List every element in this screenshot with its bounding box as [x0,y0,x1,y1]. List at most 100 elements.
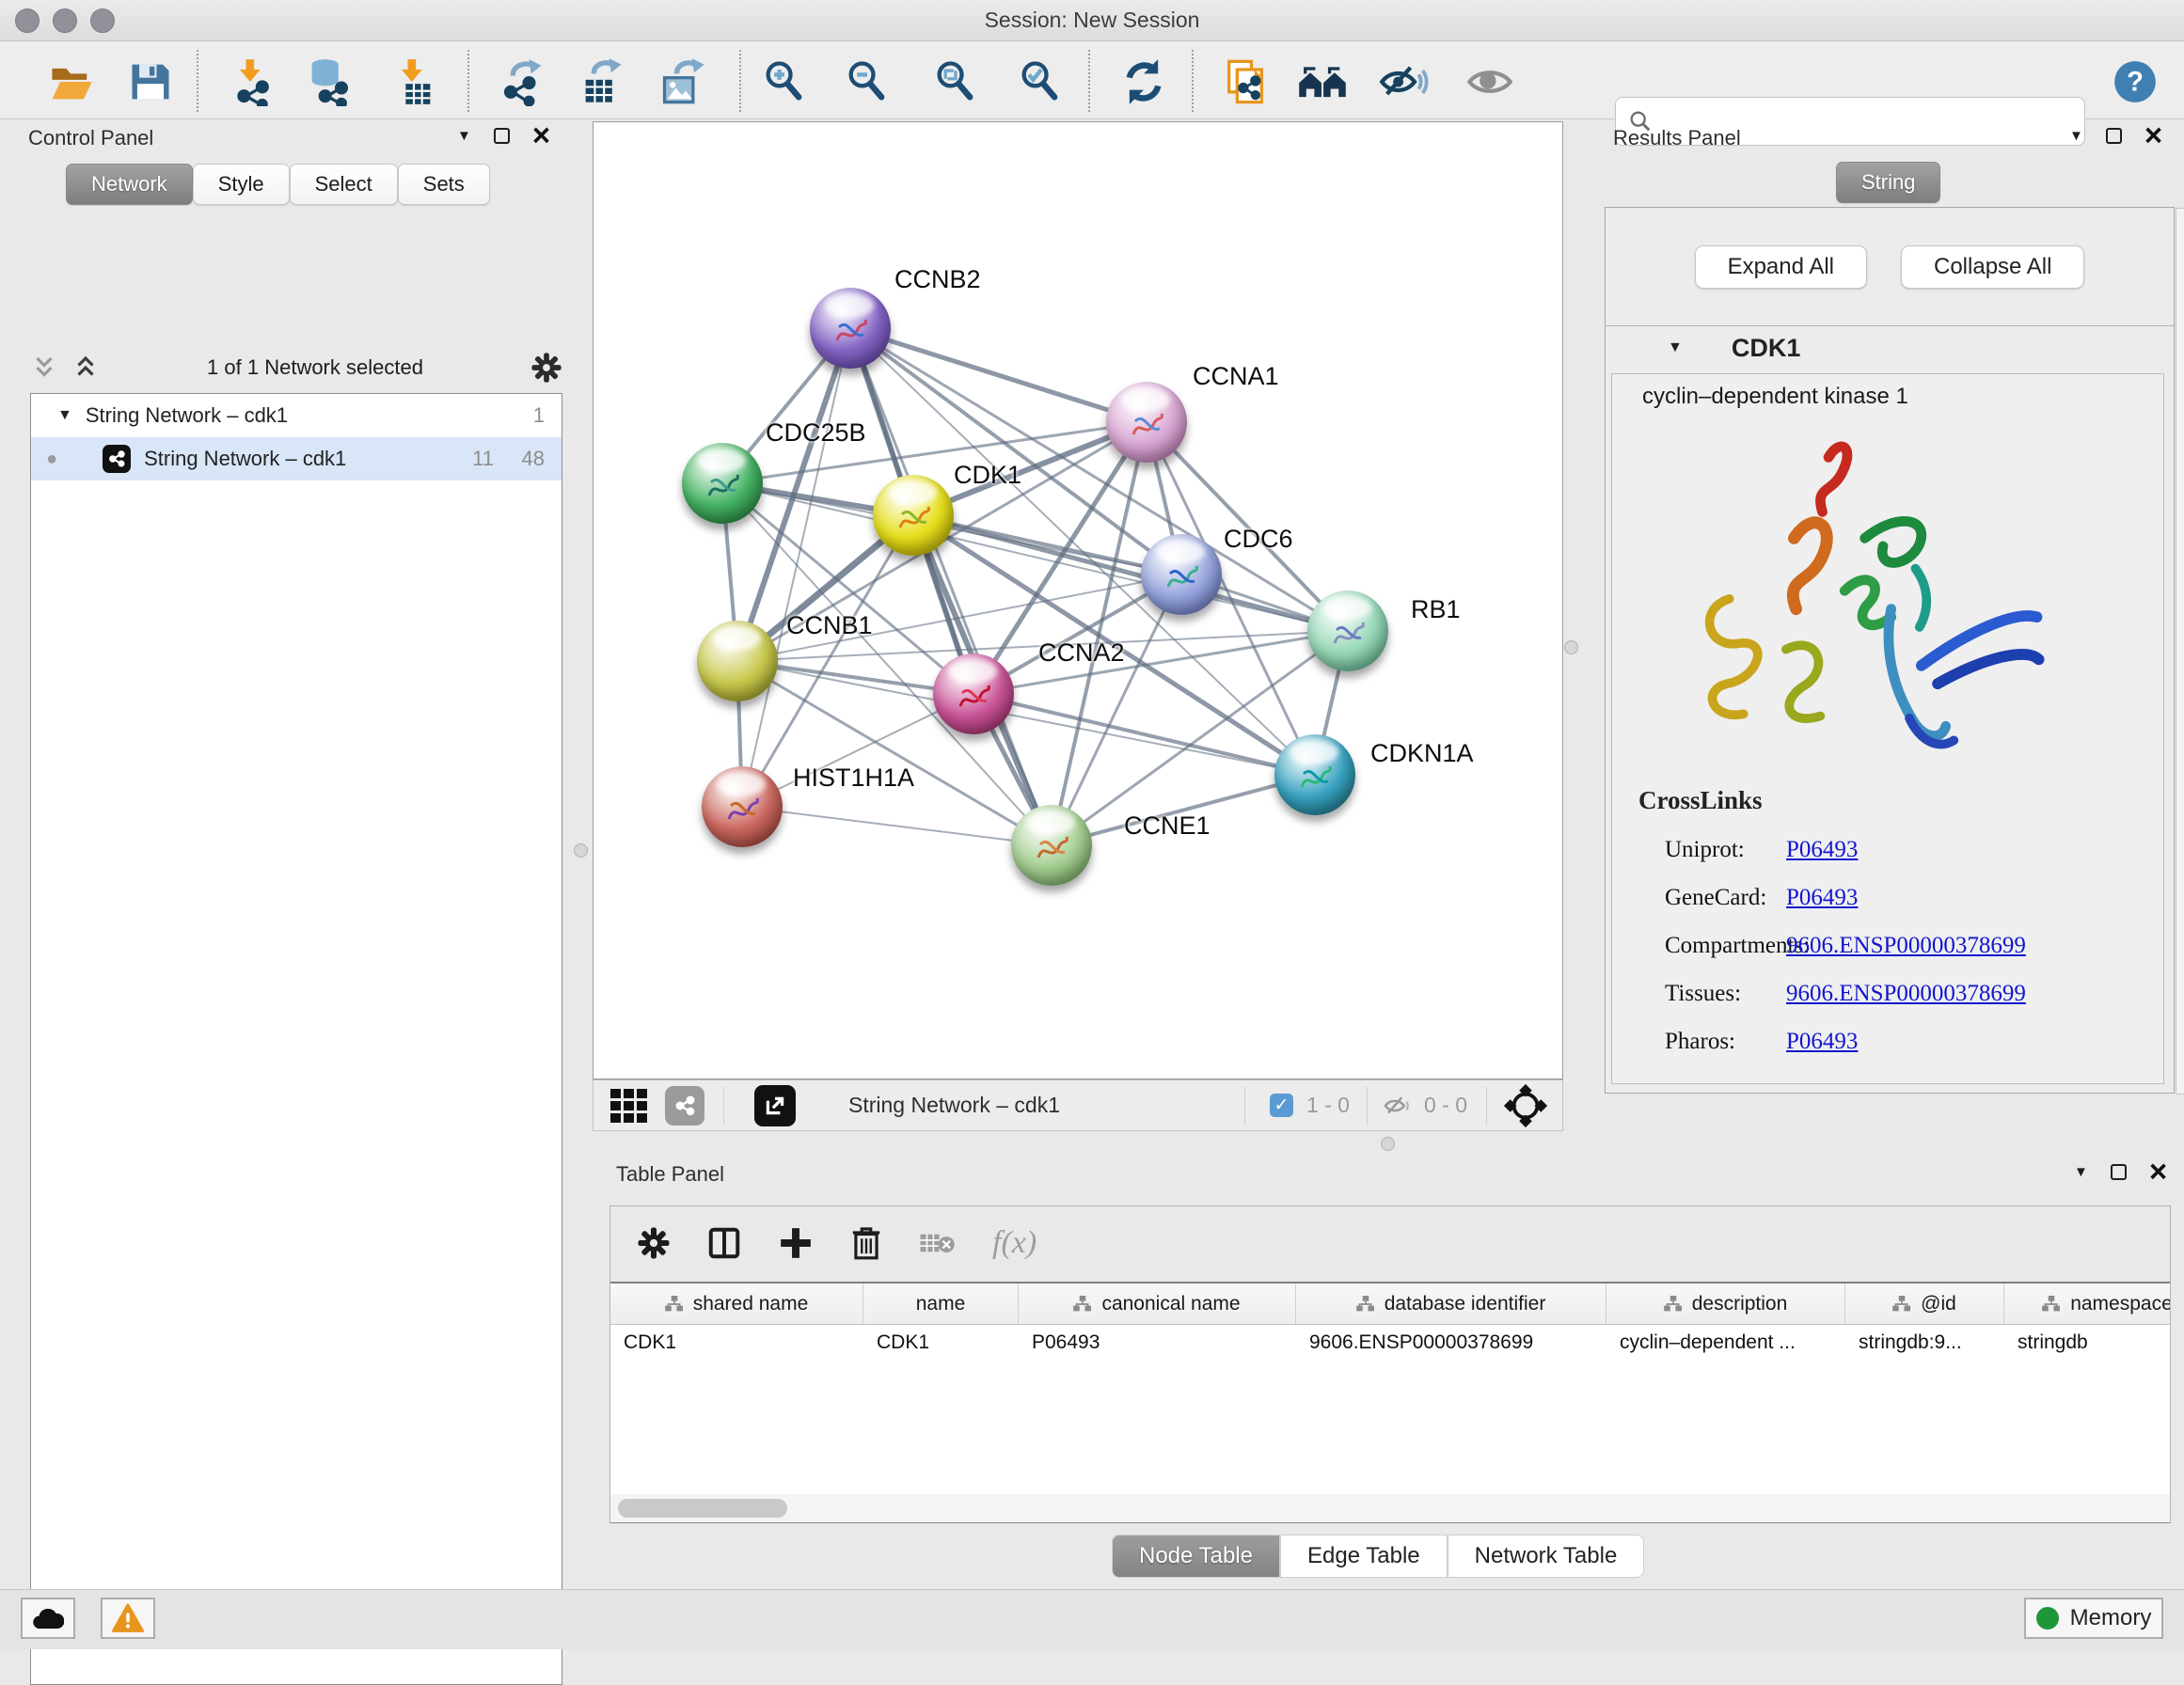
table-panel-title: Table Panel [616,1162,724,1187]
expand-all-button[interactable]: Expand All [1695,245,1867,289]
right-splitter-handle[interactable] [1564,640,1578,654]
table-cell[interactable]: 9606.ENSP00000378699 [1296,1325,1606,1362]
import-network-database-icon[interactable] [303,55,356,108]
collapse-all-button[interactable]: Collapse All [1901,245,2084,289]
network-node-CCNB2[interactable] [810,288,891,369]
panel-close-icon[interactable]: × [2149,1162,2167,1181]
export-image-icon[interactable] [657,55,709,108]
network-collection-row[interactable]: ▼ String Network – cdk1 1 [31,394,562,437]
network-node-HIST1H1A[interactable] [702,766,783,847]
collapse-all-icon[interactable] [30,354,58,382]
column-header-canonical-name[interactable]: canonical name [1019,1283,1296,1324]
cloud-status-button[interactable] [21,1598,75,1639]
table-cell[interactable]: cyclin–dependent ... [1606,1325,1845,1362]
table-hscrollbar-thumb[interactable] [618,1499,787,1518]
network-node-CCNB1[interactable] [697,621,778,701]
delete-column-icon[interactable] [849,1225,883,1261]
crosslink-row: GeneCard: P06493 [1612,885,2163,911]
show-columns-icon[interactable] [706,1225,742,1261]
clone-network-icon[interactable] [1219,55,1272,108]
crosslink-link[interactable]: P06493 [1786,1029,1858,1055]
tab-node-table[interactable]: Node Table [1112,1535,1280,1578]
table-row[interactable]: CDK1CDK1P064939606.ENSP00000378699cyclin… [610,1325,2170,1362]
expand-all-icon[interactable] [71,354,100,382]
export-table-icon[interactable] [576,55,628,108]
network-label: String Network – cdk1 [144,447,346,471]
panel-float-icon[interactable] [2106,128,2122,144]
panel-menu-icon[interactable]: ▼ [457,128,471,144]
table-cell[interactable]: stringdb:9... [1845,1325,2004,1362]
open-session-icon[interactable] [45,55,98,108]
gene-section-header[interactable]: ▼ CDK1 [1606,326,2174,370]
warnings-button[interactable] [101,1598,155,1639]
selected-nodes-checkbox[interactable]: ✓ [1270,1094,1293,1117]
crosslink-link[interactable]: P06493 [1786,885,1858,911]
hide-selected-icon[interactable] [1377,55,1430,108]
table-cell[interactable]: CDK1 [863,1325,1019,1362]
network-view-type-icon[interactable] [665,1086,704,1126]
column-header-@id[interactable]: @id [1845,1283,2004,1324]
zoom-selected-icon[interactable] [1014,55,1067,108]
crosslink-label: Compartments: [1612,933,1786,959]
column-header-namespace[interactable]: namespace [2004,1283,2170,1324]
tab-string[interactable]: String [1836,162,1940,203]
panel-float-icon[interactable] [494,128,510,144]
network-node-CCNA2[interactable] [933,654,1014,734]
add-column-icon[interactable] [778,1225,814,1261]
results-scrollbar[interactable] [2176,208,2184,1094]
crosslink-link[interactable]: 9606.ENSP00000378699 [1786,933,2026,959]
network-view-canvas[interactable]: CCNB2 CCNA1 CDC25B CDK1 CDC6 RB1CCNB1 CC… [593,121,1563,1079]
network-node-CDC6[interactable] [1141,534,1222,615]
tab-edge-table[interactable]: Edge Table [1280,1535,1448,1578]
tab-sets[interactable]: Sets [398,164,490,205]
save-session-icon[interactable] [124,55,177,108]
panel-menu-icon[interactable]: ▼ [2069,128,2083,144]
memory-button[interactable]: Memory [2024,1598,2163,1639]
network-node-CCNE1[interactable] [1011,805,1092,886]
gear-icon[interactable] [530,352,562,384]
crosslink-row: Pharos: P06493 [1612,1029,2163,1055]
crosslink-link[interactable]: 9606.ENSP00000378699 [1786,981,2026,1007]
tab-style[interactable]: Style [193,164,290,205]
zoom-in-icon[interactable] [758,55,811,108]
column-header-database-identifier[interactable]: database identifier [1296,1283,1606,1324]
tab-network-table[interactable]: Network Table [1448,1535,1645,1578]
tab-network[interactable]: Network [66,164,193,205]
left-splitter-handle[interactable] [574,843,588,858]
network-node-RB1[interactable] [1307,591,1388,671]
crosslink-link[interactable]: P06493 [1786,837,1858,863]
group-nodes-icon[interactable] [1296,55,1349,108]
show-hidden-icon[interactable] [1464,55,1516,108]
table-cell[interactable]: stringdb [2004,1325,2170,1362]
panel-close-icon[interactable]: × [532,126,550,145]
tab-select[interactable]: Select [290,164,398,205]
network-node-CDK1[interactable] [873,475,954,556]
network-node-CDC25B[interactable] [682,443,763,524]
column-header-description[interactable]: description [1606,1283,1845,1324]
network-node-CCNA1[interactable] [1106,382,1187,463]
section-expander-icon[interactable]: ▼ [1606,339,1732,356]
panel-menu-icon[interactable]: ▼ [2074,1164,2088,1180]
zoom-out-icon[interactable] [841,55,894,108]
network-row[interactable]: ● String Network – cdk1 11 48 [31,437,562,480]
table-hscrollbar[interactable] [610,1494,2170,1522]
column-header-name[interactable]: name [863,1283,1019,1324]
tree-expander-icon[interactable]: ▼ [31,407,86,424]
table-gear-icon[interactable] [637,1226,671,1260]
import-table-icon[interactable] [388,55,440,108]
column-header-shared-name[interactable]: shared name [610,1283,863,1324]
horizontal-splitter-handle[interactable] [1381,1137,1395,1151]
birdseye-view-icon[interactable] [754,1085,796,1126]
import-network-file-icon[interactable] [226,55,278,108]
table-cell[interactable]: CDK1 [610,1325,863,1362]
refresh-icon[interactable] [1117,55,1170,108]
table-cell[interactable]: P06493 [1019,1325,1296,1362]
network-node-CDKN1A[interactable] [1274,734,1355,815]
zoom-fit-icon[interactable] [929,55,982,108]
help-icon[interactable]: ? [2109,55,2161,108]
grid-view-icon[interactable] [610,1087,652,1125]
export-network-icon[interactable] [497,55,549,108]
panel-float-icon[interactable] [2111,1164,2127,1180]
panel-close-icon[interactable]: × [2144,126,2162,145]
pan-crosshair-icon[interactable] [1504,1084,1547,1127]
